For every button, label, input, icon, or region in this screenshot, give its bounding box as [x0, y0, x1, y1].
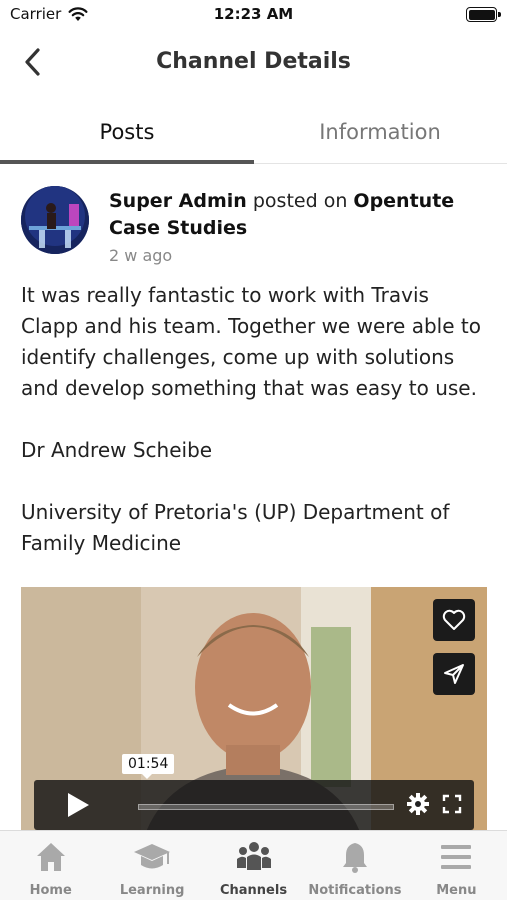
- fullscreen-button[interactable]: [442, 794, 462, 818]
- seek-time-tooltip: 01:54: [122, 754, 175, 779]
- post-card: Super Admin posted on Opentute Case Stud…: [0, 170, 507, 830]
- battery-icon: [466, 7, 501, 22]
- hamburger-icon: [441, 845, 472, 869]
- video-player[interactable]: 01:54: [21, 587, 487, 830]
- tab-bar-channels[interactable]: Channels: [203, 831, 304, 900]
- seek-bar[interactable]: [138, 804, 394, 810]
- tab-bar-menu[interactable]: Menu: [406, 831, 507, 900]
- post-paragraph: University of Pretoria's (UP) Department…: [21, 500, 450, 555]
- navigation-bar: Channel Details: [0, 32, 507, 92]
- video-controls: 01:54: [34, 754, 474, 830]
- post-action: posted on: [252, 190, 348, 212]
- active-tab-indicator: [0, 160, 254, 164]
- tab-bar-learning[interactable]: Learning: [101, 831, 202, 900]
- bottom-tab-bar: Home Learning Channels Notifications Men…: [0, 830, 507, 900]
- video-settings-button[interactable]: [406, 792, 430, 820]
- gear-icon: [407, 793, 429, 815]
- post-header: Super Admin posted on Opentute Case Stud…: [109, 188, 489, 242]
- status-bar: Carrier 12:23 AM: [0, 0, 507, 32]
- tab-bar-notifications[interactable]: Notifications: [304, 831, 405, 900]
- share-button[interactable]: [433, 653, 475, 695]
- like-button[interactable]: [433, 599, 475, 641]
- people-icon: [236, 842, 271, 870]
- heart-icon: [442, 609, 466, 630]
- post-paragraph: Dr Andrew Scheibe: [21, 438, 213, 462]
- fullscreen-icon: [442, 794, 462, 814]
- tab-bar-home[interactable]: Home: [0, 831, 101, 900]
- post-body: It was really fantastic to work with Tra…: [21, 280, 491, 590]
- play-icon: [68, 793, 89, 817]
- avatar[interactable]: [21, 186, 89, 254]
- tab-posts[interactable]: Posts: [0, 100, 254, 164]
- send-icon: [444, 664, 464, 684]
- segment-tabs: Posts Information: [0, 100, 507, 164]
- bell-icon: [342, 843, 367, 873]
- page-title: Channel Details: [156, 49, 351, 74]
- post-author[interactable]: Super Admin: [109, 190, 247, 212]
- tab-information[interactable]: Information: [253, 100, 507, 164]
- graduation-cap-icon: [134, 844, 171, 869]
- tab-bar-label: Channels: [219, 883, 288, 898]
- play-button[interactable]: [34, 780, 122, 830]
- post-paragraph: It was really fantastic to work with Tra…: [21, 283, 481, 400]
- tab-bar-label: Learning: [119, 883, 185, 898]
- tab-bar-label: Menu: [436, 883, 477, 898]
- tab-bar-label: Home: [29, 883, 72, 898]
- post-timestamp: 2 w ago: [109, 246, 173, 265]
- home-icon: [36, 843, 65, 871]
- tab-bar-label: Notifications: [308, 883, 402, 898]
- clock: 12:23 AM: [213, 5, 294, 23]
